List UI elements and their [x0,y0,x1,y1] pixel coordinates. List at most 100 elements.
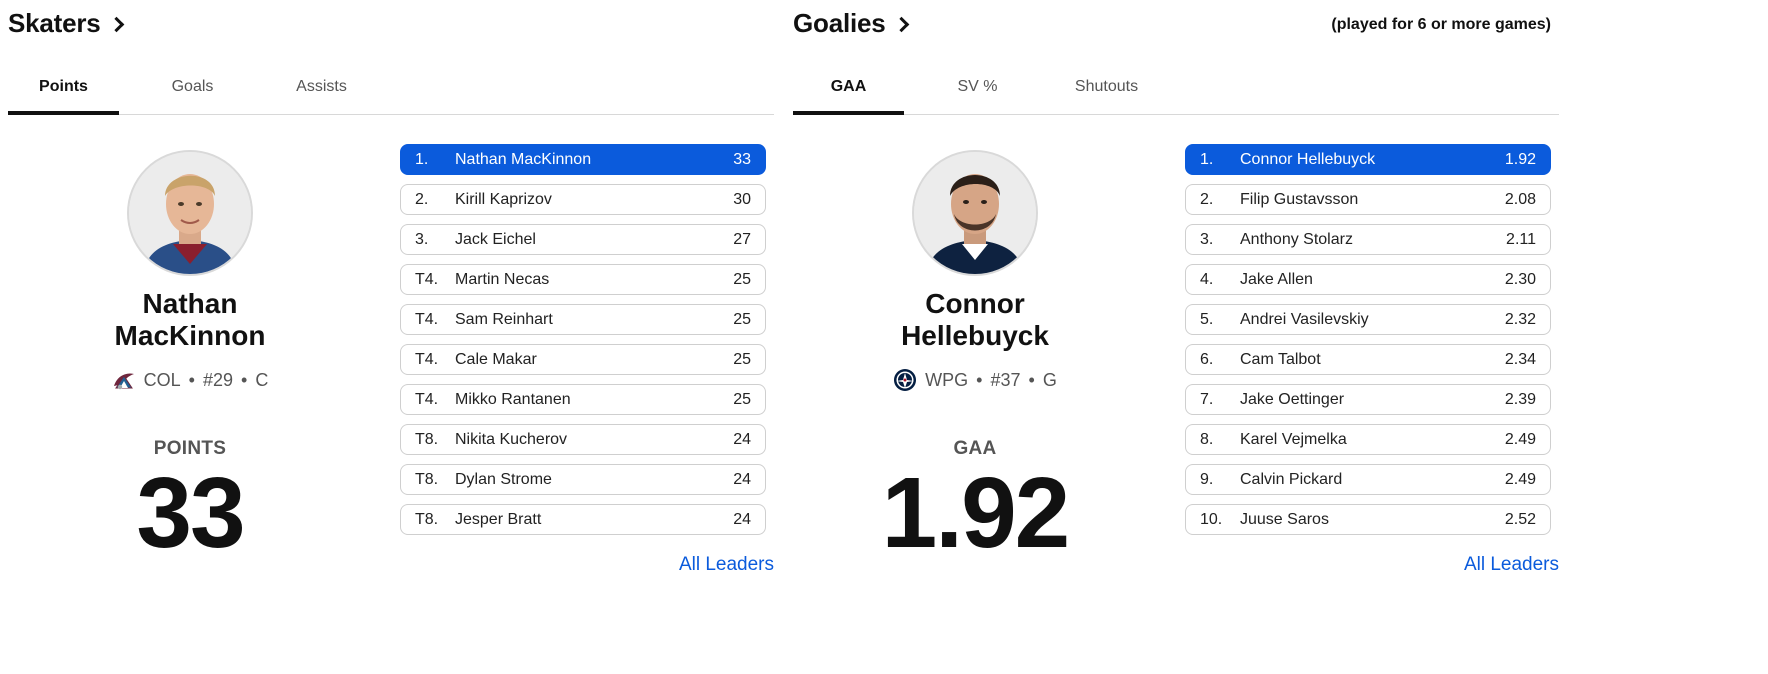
leader-row[interactable]: 2. Kirill Kaprizov 30 [400,184,766,215]
meta-separator: • [1028,369,1035,390]
all-leaders-link[interactable]: All Leaders [679,554,774,576]
leader-rank: 3. [415,230,429,248]
leader-name: Jake Allen [1240,270,1313,288]
leader-row[interactable]: 8. Karel Vejmelka 2.49 [1185,424,1551,455]
leader-rank: 7. [1200,390,1214,408]
leader-name: Kirill Kaprizov [455,190,552,208]
leader-row[interactable]: 5. Andrei Vasilevskiy 2.32 [1185,304,1551,335]
team-abbr: COL [143,369,181,390]
leader-row[interactable]: T8. Nikita Kucherov 24 [400,424,766,455]
player-avatar[interactable] [127,150,253,276]
goalies-title-link[interactable]: Goalies [793,8,909,39]
featured-stat-value: 33 [136,457,245,569]
leader-value: 25 [733,390,751,408]
avalanche-logo-icon [112,368,136,392]
tab-shutouts[interactable]: Shutouts [1051,66,1162,114]
leader-name: Filip Gustavsson [1240,190,1359,208]
tab-gaa[interactable]: GAA [793,66,904,115]
leader-value: 2.34 [1504,350,1536,368]
tab-assists[interactable]: Assists [266,66,377,114]
featured-skater: Nathan MacKinnon COL • #29 • C POINTS 33 [8,150,372,569]
leader-row[interactable]: 3. Anthony Stolarz 2.11 [1185,224,1551,255]
goalies-qualifier-note: (played for 6 or more games) [1331,16,1551,33]
leader-row[interactable]: T4. Martin Necas 25 [400,264,766,295]
featured-stat-value: 1.92 [881,457,1071,569]
leader-row[interactable]: 6. Cam Talbot 2.34 [1185,344,1551,375]
skaters-title-link[interactable]: Skaters [8,8,124,39]
featured-goalie: Connor Hellebuyck WPG • #37 • G GAA 1.92 [793,150,1157,569]
player-position: G [1042,369,1057,390]
featured-last-name: Hellebuyck [901,320,1049,351]
leader-name: Sam Reinhart [455,310,553,328]
skaters-leaderboard: 1. Nathan MacKinnon 33 2. Kirill Kaprizov 30… [400,144,766,544]
leader-rank: 4. [1200,270,1214,288]
leader-name: Connor Hellebuyck [1240,150,1376,168]
featured-first-name: Connor [925,288,1025,319]
goalies-tabs: GAA SV % Shutouts [793,66,1559,115]
leader-row[interactable]: 3. Jack Eichel 27 [400,224,766,255]
tab-points[interactable]: Points [8,66,119,115]
all-leaders-link[interactable]: All Leaders [1464,554,1559,576]
leader-value: 25 [733,350,751,368]
leader-value: 25 [733,310,751,328]
player-headshot-image [129,152,251,274]
tab-save-percentage[interactable]: SV % [922,66,1033,114]
leader-value: 24 [733,510,751,528]
leader-value: 2.08 [1504,190,1536,208]
leader-name: Calvin Pickard [1240,470,1343,488]
tab-goals[interactable]: Goals [137,66,248,114]
featured-last-name: MacKinnon [114,320,266,351]
chevron-right-icon [108,16,124,33]
leader-row[interactable]: 10. Juuse Saros 2.52 [1185,504,1551,535]
leader-row[interactable]: T4. Cale Makar 25 [400,344,766,375]
leader-row[interactable]: T4. Sam Reinhart 25 [400,304,766,335]
leader-rank: T4. [415,270,439,288]
leader-value: 2.32 [1504,310,1536,328]
skaters-tabs: Points Goals Assists [8,66,774,115]
meta-separator: • [188,369,195,390]
leader-name: Martin Necas [455,270,550,288]
leader-name: Cam Talbot [1240,350,1321,368]
leader-rank: 10. [1200,510,1223,528]
leader-rank: 5. [1200,310,1214,328]
jets-logo-icon [893,368,917,392]
featured-player-name[interactable]: Nathan MacKinnon [8,288,372,352]
leader-row[interactable]: 1. Nathan MacKinnon 33 [400,144,766,175]
player-headshot-image [914,152,1036,274]
leader-name: Anthony Stolarz [1240,230,1353,248]
leader-value: 2.49 [1504,430,1536,448]
featured-player-meta: COL • #29 • C [8,368,372,392]
leader-name: Cale Makar [455,350,537,368]
team-abbr: WPG [925,369,969,390]
featured-player-name[interactable]: Connor Hellebuyck [793,288,1157,352]
leader-row[interactable]: T4. Mikko Rantanen 25 [400,384,766,415]
featured-player-meta: WPG • #37 • G [793,368,1157,392]
leader-row[interactable]: 9. Calvin Pickard 2.49 [1185,464,1551,495]
leader-value: 25 [733,270,751,288]
leader-rank: T8. [415,510,439,528]
leader-row[interactable]: T8. Dylan Strome 24 [400,464,766,495]
leader-rank: T4. [415,350,439,368]
featured-first-name: Nathan [142,288,238,319]
player-avatar[interactable] [912,150,1038,276]
leader-name: Juuse Saros [1240,510,1329,528]
leader-rank: T8. [415,470,439,488]
player-position: C [255,369,269,390]
skaters-title: Skaters [8,8,101,38]
leader-value: 2.11 [1506,230,1536,248]
skaters-panel: Skaters Points Goals Assists Nathan MacK [8,0,774,674]
leader-rank: 6. [1200,350,1214,368]
leader-row[interactable]: T8. Jesper Bratt 24 [400,504,766,535]
goalies-title: Goalies [793,8,886,38]
leader-row[interactable]: 7. Jake Oettinger 2.39 [1185,384,1551,415]
leader-value: 2.52 [1504,510,1536,528]
leader-row[interactable]: 2. Filip Gustavsson 2.08 [1185,184,1551,215]
leader-name: Nathan MacKinnon [455,150,592,168]
leader-name: Andrei Vasilevskiy [1240,310,1369,328]
leader-row[interactable]: 1. Connor Hellebuyck 1.92 [1185,144,1551,175]
leader-rank: 1. [415,150,429,168]
leader-value: 30 [733,190,751,208]
leader-row[interactable]: 4. Jake Allen 2.30 [1185,264,1551,295]
leader-rank: T8. [415,430,439,448]
leader-rank: 3. [1200,230,1214,248]
